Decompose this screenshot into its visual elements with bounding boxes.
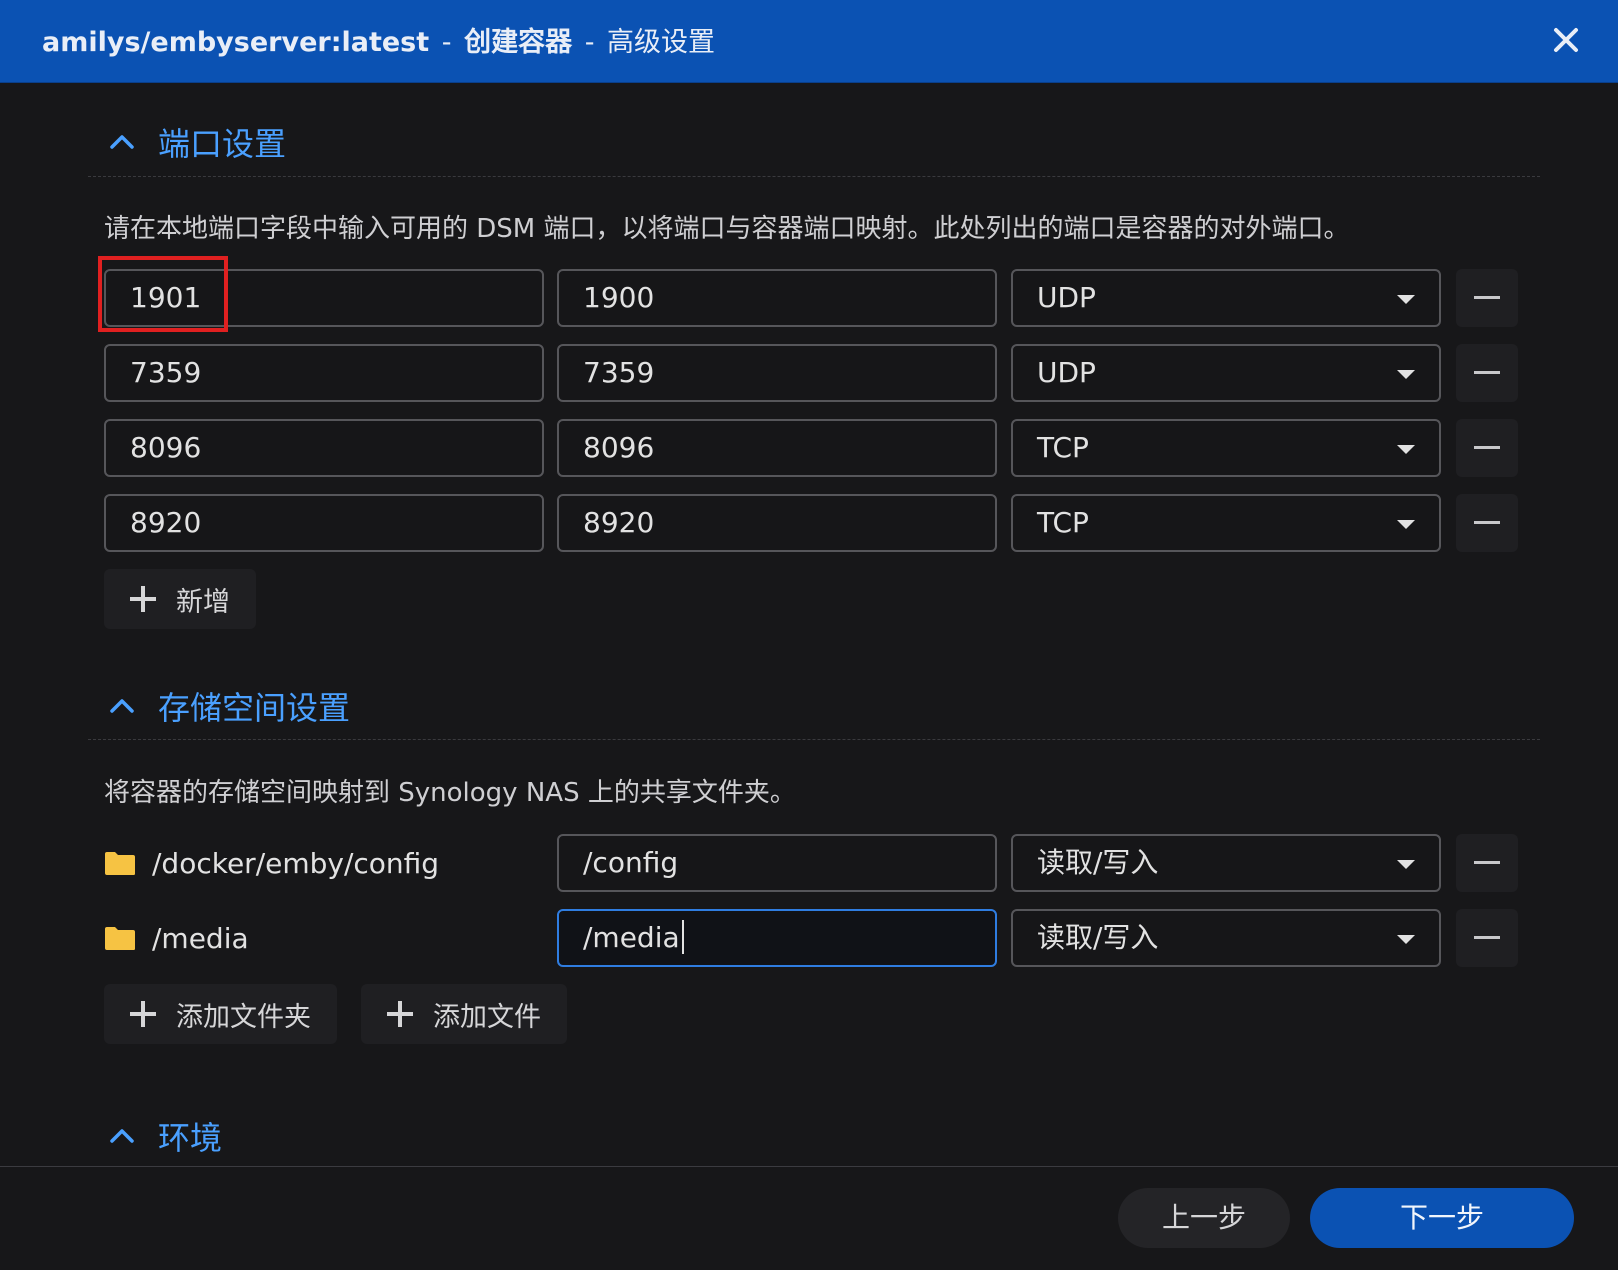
plus-icon	[130, 586, 156, 612]
text-cursor	[681, 920, 684, 954]
plus-icon	[130, 1001, 156, 1027]
protocol-select[interactable]: UDP	[1011, 269, 1441, 327]
permission-value: 读取/写入	[1037, 846, 1159, 879]
minus-icon	[1474, 861, 1500, 864]
minus-icon	[1474, 371, 1500, 374]
container-port-input[interactable]: 8096	[557, 419, 997, 477]
minus-icon	[1474, 296, 1500, 299]
add-folder-label: 添加文件夹	[176, 1001, 311, 1033]
title-action: 创建容器	[464, 27, 573, 58]
close-icon[interactable]	[1548, 22, 1584, 58]
host-path: /media	[152, 921, 249, 955]
chevron-up-icon	[110, 1129, 134, 1143]
previous-step-button[interactable]: 上一步	[1118, 1188, 1290, 1248]
chevron-up-icon	[110, 699, 134, 713]
caret-down-icon	[1397, 935, 1415, 944]
remove-row-button[interactable]	[1456, 909, 1518, 967]
local-port-input[interactable]: 8920	[104, 494, 544, 552]
title-image-name: amilys/embyserver:latest	[42, 27, 430, 58]
container-port-input[interactable]: 7359	[557, 344, 997, 402]
folder-icon	[105, 927, 135, 950]
local-port-input[interactable]: 1901	[104, 269, 544, 327]
port-settings-header[interactable]: 端口设置	[108, 120, 286, 164]
host-path: /docker/emby/config	[152, 846, 440, 880]
container-port-input[interactable]: 8920	[557, 494, 997, 552]
mount-path-value: /media	[583, 921, 680, 954]
environment-heading: 环境	[158, 1119, 223, 1157]
caret-down-icon	[1397, 860, 1415, 869]
add-port-label: 新增	[176, 586, 230, 618]
protocol-select[interactable]: UDP	[1011, 344, 1441, 402]
remove-row-button[interactable]	[1456, 834, 1518, 892]
remove-row-button[interactable]	[1456, 269, 1518, 327]
title-separator: -	[441, 27, 452, 58]
local-port-input[interactable]: 7359	[104, 344, 544, 402]
mount-path-input[interactable]: /config	[557, 834, 997, 892]
add-folder-button[interactable]: 添加文件夹	[104, 984, 337, 1044]
section-divider	[88, 739, 1540, 740]
environment-header[interactable]: 环境	[108, 1114, 222, 1158]
protocol-select[interactable]: TCP	[1011, 419, 1441, 477]
dialog-titlebar: amilys/embyserver:latest - 创建容器 - 高级设置	[0, 0, 1618, 83]
storage-settings-header[interactable]: 存储空间设置	[108, 684, 350, 728]
caret-down-icon	[1397, 445, 1415, 454]
protocol-value: TCP	[1037, 431, 1089, 464]
title-step: 高级设置	[607, 27, 716, 58]
protocol-select[interactable]: TCP	[1011, 494, 1441, 552]
remove-row-button[interactable]	[1456, 419, 1518, 477]
remove-row-button[interactable]	[1456, 344, 1518, 402]
protocol-value: TCP	[1037, 506, 1089, 539]
port-settings-heading: 端口设置	[158, 125, 287, 163]
chevron-up-icon	[110, 135, 134, 149]
add-file-button[interactable]: 添加文件	[361, 984, 567, 1044]
port-settings-description: 请在本地端口字段中输入可用的 DSM 端口，以将端口与容器端口映射。此处列出的端…	[104, 214, 1350, 244]
add-port-button[interactable]: 新增	[104, 569, 256, 629]
protocol-value: UDP	[1037, 281, 1096, 314]
permission-value: 读取/写入	[1037, 921, 1159, 954]
section-divider	[88, 176, 1540, 177]
storage-settings-description: 将容器的存储空间映射到 Synology NAS 上的共享文件夹。	[104, 778, 796, 808]
minus-icon	[1474, 936, 1500, 939]
caret-down-icon	[1397, 370, 1415, 379]
next-step-button[interactable]: 下一步	[1310, 1188, 1574, 1248]
minus-icon	[1474, 521, 1500, 524]
container-port-input[interactable]: 1900	[557, 269, 997, 327]
remove-row-button[interactable]	[1456, 494, 1518, 552]
minus-icon	[1474, 446, 1500, 449]
permission-select[interactable]: 读取/写入	[1011, 909, 1441, 967]
add-file-label: 添加文件	[433, 1001, 541, 1033]
storage-settings-heading: 存储空间设置	[158, 689, 351, 727]
permission-select[interactable]: 读取/写入	[1011, 834, 1441, 892]
folder-icon	[105, 852, 135, 875]
footer-divider	[0, 1166, 1618, 1167]
protocol-value: UDP	[1037, 356, 1096, 389]
dialog-title: amilys/embyserver:latest - 创建容器 - 高级设置	[42, 20, 715, 59]
caret-down-icon	[1397, 520, 1415, 529]
host-folder: /docker/emby/config	[104, 834, 439, 892]
caret-down-icon	[1397, 295, 1415, 304]
local-port-input[interactable]: 8096	[104, 419, 544, 477]
host-folder: /media	[104, 909, 249, 967]
mount-path-input[interactable]: /media	[557, 909, 997, 967]
plus-icon	[387, 1001, 413, 1027]
title-separator: -	[584, 27, 595, 58]
